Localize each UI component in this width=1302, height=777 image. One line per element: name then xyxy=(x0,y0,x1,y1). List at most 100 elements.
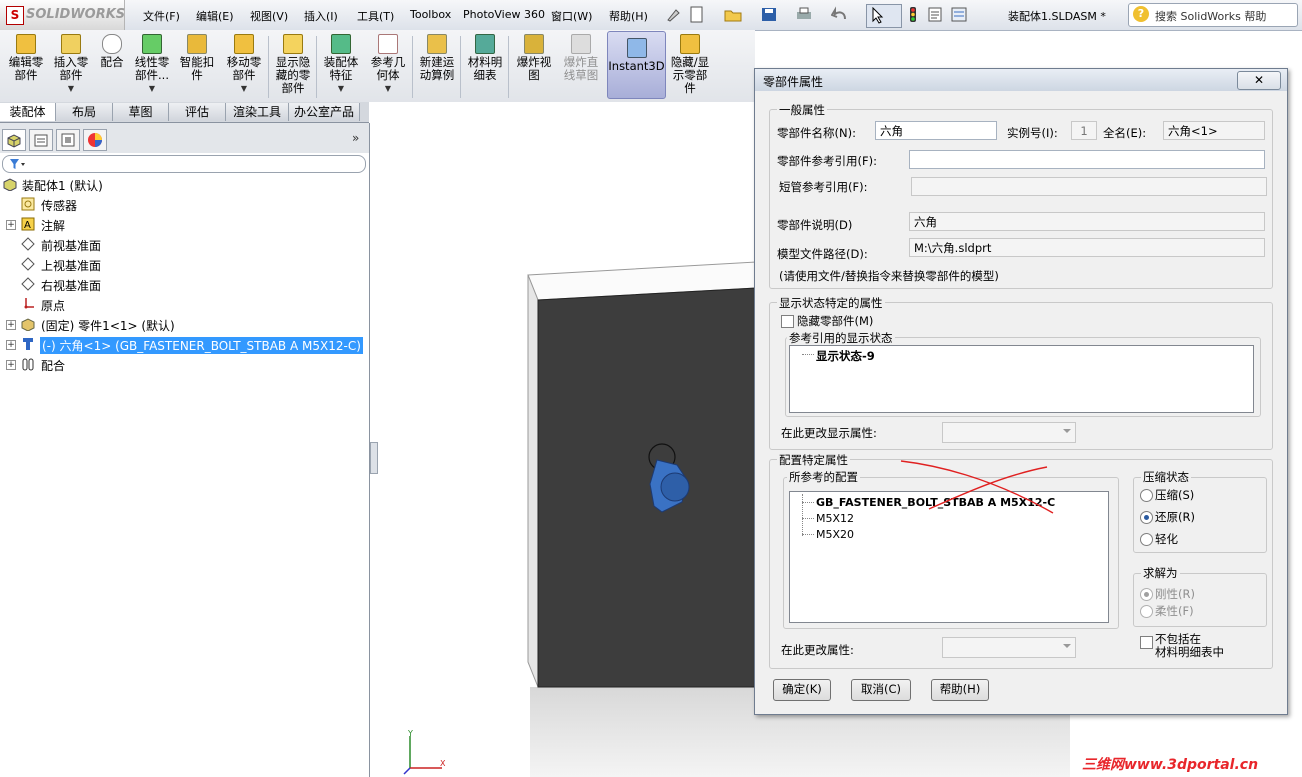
full-name-field: 六角<1> xyxy=(1163,121,1265,140)
menu-edit[interactable]: 编辑(E) xyxy=(196,8,234,24)
feature-tree-tab[interactable] xyxy=(2,129,26,151)
tree-item-front-plane[interactable]: 前视基准面 xyxy=(0,235,360,255)
resolved-radio[interactable] xyxy=(1140,511,1153,524)
instance-field[interactable]: 1 xyxy=(1071,121,1097,140)
explode-line-sketch-button[interactable]: 爆炸直 线草图 xyxy=(558,34,604,82)
tab-layout[interactable]: 布局 xyxy=(56,103,113,121)
tree-root[interactable]: 装配体1 (默认) xyxy=(0,175,360,195)
tab-sketch[interactable]: 草图 xyxy=(113,103,169,121)
mate-button[interactable]: 配合 xyxy=(96,34,128,69)
menu-photoview[interactable]: PhotoView 360 xyxy=(463,8,545,21)
expand-icon[interactable]: + xyxy=(6,340,16,350)
smart-fasteners-button[interactable]: 智能扣 件 xyxy=(176,34,218,82)
open-folder-icon[interactable] xyxy=(724,6,742,23)
ok-button[interactable]: 确定(K) xyxy=(773,679,831,701)
flexible-radio[interactable] xyxy=(1140,605,1153,618)
menu-insert[interactable]: 插入(I) xyxy=(304,8,338,24)
chevron-down-icon[interactable]: ▼ xyxy=(50,82,92,95)
save-icon[interactable] xyxy=(760,6,778,23)
chevron-down-icon[interactable]: ▼ xyxy=(366,82,410,95)
file-properties-icon[interactable] xyxy=(926,6,944,23)
component-name-field[interactable]: 六角 xyxy=(875,121,997,140)
referenced-config-label: 所参考的配置 xyxy=(787,469,860,485)
chevron-down-icon[interactable]: ▼ xyxy=(130,82,174,95)
configuration-manager-tab[interactable] xyxy=(56,129,80,151)
solidworks-logo[interactable]: S SOLIDWORKS xyxy=(0,0,125,30)
logo-icon: S xyxy=(6,6,24,25)
config-item-m5x20[interactable]: M5X20 xyxy=(816,528,854,541)
chevron-down-icon[interactable]: ▼ xyxy=(320,82,362,95)
traffic-light-icon[interactable] xyxy=(904,6,922,23)
move-component-button[interactable]: 移动零 部件 ▼ xyxy=(222,34,266,95)
tree-item-annotations[interactable]: + A 注解 xyxy=(0,215,360,235)
linear-pattern-button[interactable]: 线性零 部件... ▼ xyxy=(130,34,174,95)
display-state-item[interactable]: 显示状态-9 xyxy=(816,348,875,364)
print-icon[interactable] xyxy=(795,6,813,23)
help-search-input[interactable]: ? 搜索 SolidWorks 帮助 xyxy=(1128,3,1298,27)
hide-component-checkbox[interactable] xyxy=(781,315,794,328)
menu-toolbox[interactable]: Toolbox xyxy=(410,8,451,21)
suppression-state-group xyxy=(1133,477,1267,553)
tree-item-sensors[interactable]: 传感器 xyxy=(0,195,360,215)
tree-item-top-plane[interactable]: 上视基准面 xyxy=(0,255,360,275)
display-states-list[interactable]: 显示状态-9 xyxy=(789,345,1254,413)
exploded-view-button[interactable]: 爆炸视 图 xyxy=(512,34,556,82)
dialog-titlebar[interactable]: 零部件属性 ✕ xyxy=(755,69,1287,91)
tree-connector xyxy=(802,518,814,519)
instant3d-icon xyxy=(626,38,647,58)
display-properties-dropdown[interactable] xyxy=(942,422,1076,443)
property-manager-tab[interactable] xyxy=(29,129,53,151)
display-manager-tab[interactable] xyxy=(83,129,107,151)
chevron-down-icon[interactable]: ▼ xyxy=(222,82,266,95)
new-document-icon[interactable] xyxy=(688,6,706,23)
rigid-radio[interactable] xyxy=(1140,588,1153,601)
exploded-view-icon xyxy=(524,34,544,54)
tab-office-products[interactable]: 办公室产品 xyxy=(289,103,360,121)
tab-assembly[interactable]: 装配体 xyxy=(0,103,56,121)
menu-file[interactable]: 文件(F) xyxy=(143,8,180,24)
pin-icon[interactable] xyxy=(664,6,682,23)
options-icon[interactable] xyxy=(950,6,968,23)
expand-arrows-icon[interactable]: » xyxy=(352,131,359,145)
insert-component-button[interactable]: 插入零 部件 ▼ xyxy=(50,34,92,95)
expand-icon[interactable]: + xyxy=(6,320,16,330)
reference-geometry-button[interactable]: 参考几 何体 ▼ xyxy=(366,34,410,95)
tab-render-tools[interactable]: 渲染工具 xyxy=(226,103,289,121)
undo-icon[interactable] xyxy=(831,6,849,23)
component-reference-field[interactable] xyxy=(909,150,1265,169)
expand-icon[interactable]: + xyxy=(6,220,16,230)
hide-show-components-button[interactable]: 隐藏/显 示零部 件 xyxy=(666,34,714,95)
show-hidden-components-button[interactable]: 显示隐 藏的零 部件 xyxy=(272,34,314,95)
select-tool-button[interactable] xyxy=(866,4,902,28)
lightweight-radio[interactable] xyxy=(1140,533,1153,546)
resolved-label: 还原(R) xyxy=(1155,510,1195,524)
tree-item-part1[interactable]: + (固定) 零件1<1> (默认) xyxy=(0,315,360,335)
edit-component-button[interactable]: 编辑零 部件 xyxy=(4,34,48,82)
close-button[interactable]: ✕ xyxy=(1237,71,1281,90)
tree-item-origin[interactable]: 原点 xyxy=(0,295,360,315)
menu-tools[interactable]: 工具(T) xyxy=(357,8,394,24)
config-properties-dropdown[interactable] xyxy=(942,637,1076,658)
new-motion-study-button[interactable]: 新建运 动算例 xyxy=(416,34,458,82)
tree-connector xyxy=(802,502,814,503)
instant3d-button[interactable]: Instant3D xyxy=(607,31,666,99)
separator xyxy=(508,36,509,98)
config-item-m5x12[interactable]: M5X12 xyxy=(816,512,854,525)
menu-help[interactable]: 帮助(H) xyxy=(609,8,648,24)
cancel-button[interactable]: 取消(C) xyxy=(851,679,911,701)
bill-of-materials-button[interactable]: 材料明 细表 xyxy=(464,34,506,82)
expand-icon[interactable]: + xyxy=(6,360,16,370)
help-button[interactable]: 帮助(H) xyxy=(931,679,989,701)
model-path-label: 模型文件路径(D): xyxy=(777,247,868,261)
menu-view[interactable]: 视图(V) xyxy=(250,8,288,24)
assembly-features-button[interactable]: 装配体 特征 ▼ xyxy=(320,34,362,95)
tree-filter-input[interactable] xyxy=(2,155,366,173)
menu-window[interactable]: 窗口(W) xyxy=(551,8,592,24)
tree-item-mates[interactable]: + 配合 xyxy=(0,355,360,375)
exclude-bom-checkbox[interactable] xyxy=(1140,636,1153,649)
tree-item-hex-bolt[interactable]: + (-) 六角<1> (GB_FASTENER_BOLT_STBAB A M5… xyxy=(0,335,363,355)
tree-item-right-plane[interactable]: 右视基准面 xyxy=(0,275,360,295)
full-name-label: 全名(E): xyxy=(1103,126,1147,140)
suppressed-radio[interactable] xyxy=(1140,489,1153,502)
tab-evaluate[interactable]: 评估 xyxy=(169,103,226,121)
